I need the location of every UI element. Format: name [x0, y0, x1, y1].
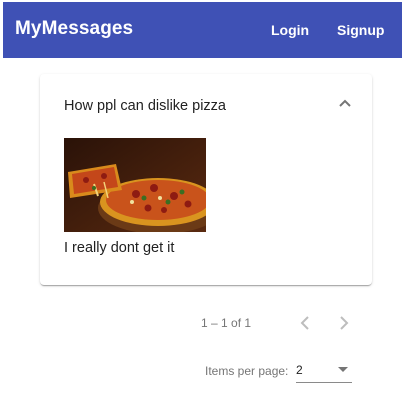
post-expansion-panel: How ppl can dislike pizza I really dont …	[40, 74, 372, 285]
login-button[interactable]: Login	[271, 22, 309, 38]
previous-page-button[interactable]	[291, 309, 319, 337]
post-panel-header[interactable]: How ppl can dislike pizza	[40, 74, 372, 138]
next-page-button[interactable]	[330, 309, 358, 337]
post-title: How ppl can dislike pizza	[64, 98, 226, 114]
chevron-left-icon	[300, 316, 309, 330]
dropdown-arrow-icon	[338, 367, 348, 372]
pizza-image	[64, 138, 206, 232]
post-body: I really dont get it	[64, 240, 175, 256]
items-per-page-label: Items per page:	[205, 364, 289, 378]
items-per-page-value: 2	[296, 363, 303, 377]
items-per-page-select[interactable]: 2	[296, 360, 352, 383]
chevron-right-icon	[340, 316, 349, 330]
paginator-range-label: 1 – 1 of 1	[201, 316, 252, 330]
signup-button[interactable]: Signup	[337, 22, 384, 38]
app-title[interactable]: MyMessages	[15, 18, 133, 40]
app-toolbar: MyMessages Login Signup	[3, 2, 402, 58]
chevron-up-icon[interactable]	[338, 98, 352, 108]
